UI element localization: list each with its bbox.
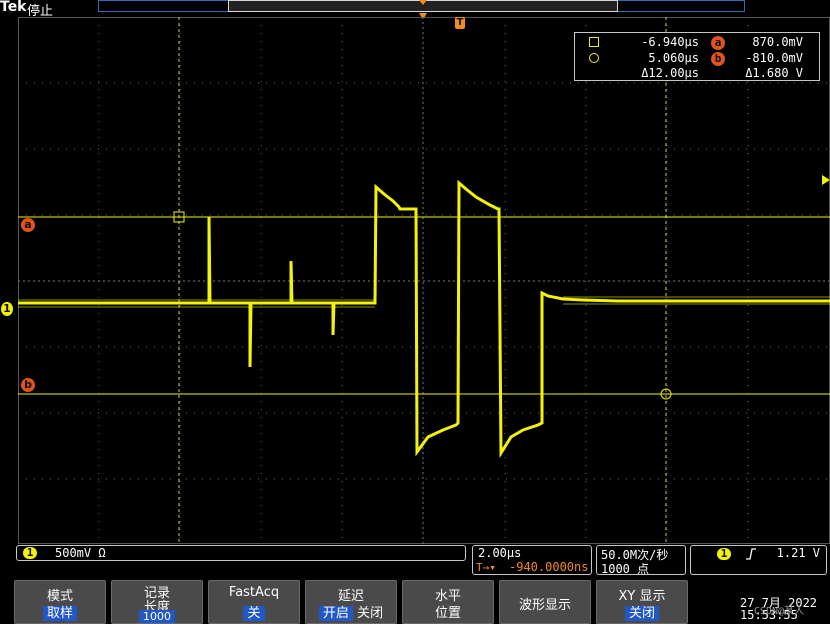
cursor-b-voltage: -810.0mV xyxy=(745,51,803,65)
delta-time: Δ12.00µs xyxy=(641,66,699,80)
softkey-label-2: 位置 xyxy=(434,606,461,621)
watermark: CSDN@某人 xyxy=(754,606,805,617)
softkey-label: 波形显示 xyxy=(518,598,571,613)
timebase-delay: -940.0000ns xyxy=(509,560,589,574)
softkey-value: 1000 xyxy=(139,610,175,623)
timebase-scale: 2.00µs xyxy=(478,546,522,560)
channel-1-scale: 500mV Ω xyxy=(55,546,106,560)
cursor-2-icon xyxy=(589,53,599,63)
cursor-readout: -6.940µs a 870.0mV 5.060µs b -810.0mV Δ1… xyxy=(574,32,820,81)
channel-1-ground-marker[interactable]: 1 xyxy=(1,302,13,316)
cursor-b-marker[interactable]: b xyxy=(21,378,35,392)
cursor-1-icon xyxy=(589,37,599,47)
cursor-b-icon: b xyxy=(711,52,725,66)
softkey-value: 关闭 xyxy=(624,606,659,621)
softkey-value: 取样 xyxy=(42,606,77,621)
softkey-fastacq[interactable]: FastAcq 关 xyxy=(208,580,300,624)
softkey-value: 关 xyxy=(243,606,265,621)
brand-logo: Tek xyxy=(0,0,27,15)
trigger-status[interactable]: 1 1.21 V xyxy=(690,545,827,575)
timebase-status[interactable]: 2.00µs T→▾ -940.0000ns xyxy=(472,545,592,575)
channel-1-status[interactable]: 1 500mV Ω xyxy=(16,545,466,561)
trigger-point-marker[interactable]: T xyxy=(455,17,465,29)
softkey-mode[interactable]: 模式 取样 xyxy=(14,580,106,624)
cursor-2-time: 5.060µs xyxy=(648,51,699,65)
softkey-delay[interactable]: 延迟 开启 关闭 xyxy=(305,580,397,624)
delay-icon: T→▾ xyxy=(476,561,496,574)
trigger-source-badge: 1 xyxy=(717,548,731,560)
softkey-waveform-display[interactable]: 波形显示 xyxy=(499,580,591,624)
softkey-horizontal-position[interactable]: 水平 位置 xyxy=(402,580,494,624)
record-points: 1000 点 xyxy=(601,562,650,576)
top-status-bar: Tek 停止 xyxy=(0,0,830,20)
softkey-record-length[interactable]: 记录 长度 1000 xyxy=(111,580,203,624)
softkey-label: FastAcq xyxy=(228,585,280,600)
waveform-graticule[interactable] xyxy=(18,17,830,545)
cursor-a-icon: a xyxy=(711,36,725,50)
channel-1-badge: 1 xyxy=(23,547,37,559)
softkey-value-on: 开启 xyxy=(318,606,353,621)
cursor-a-marker[interactable]: a xyxy=(21,218,35,232)
rising-edge-icon xyxy=(746,548,756,560)
softkey-value-off: 关闭 xyxy=(357,606,384,621)
delta-voltage: Δ1.680 V xyxy=(745,66,803,80)
cursor-1-time: -6.940µs xyxy=(641,35,699,49)
cursor-a-voltage: 870.0mV xyxy=(752,35,803,49)
datetime-display: 27 7月 2022 15:53:55 CSDN@某人 xyxy=(736,590,830,624)
trigger-level: 1.21 V xyxy=(776,546,820,560)
softkey-xy-display[interactable]: XY 显示 关闭 xyxy=(596,580,688,624)
acquisition-status[interactable]: 50.0M次/秒 1000 点 xyxy=(596,545,686,576)
